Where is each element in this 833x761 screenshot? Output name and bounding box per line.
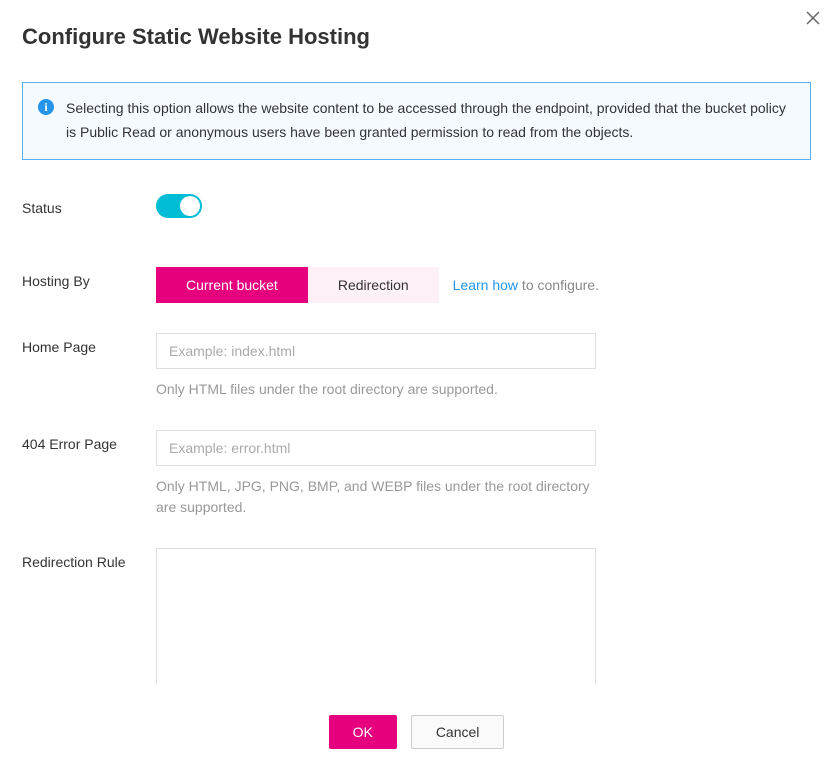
learn-how-link[interactable]: Learn how: [453, 277, 518, 293]
learn-how-text: Learn how to configure.: [453, 277, 599, 293]
hosting-by-label: Hosting By: [22, 267, 156, 289]
tab-current-bucket[interactable]: Current bucket: [156, 267, 308, 303]
tab-redirection[interactable]: Redirection: [308, 267, 439, 303]
cancel-button[interactable]: Cancel: [411, 715, 505, 749]
close-icon[interactable]: [803, 8, 823, 28]
hosting-tabs: Current bucket Redirection: [156, 267, 439, 303]
page-title: Configure Static Website Hosting: [22, 24, 811, 50]
home-page-hint: Only HTML files under the root directory…: [156, 379, 596, 400]
error-page-input[interactable]: [156, 430, 596, 466]
info-text: Selecting this option allows the website…: [66, 97, 795, 145]
status-toggle[interactable]: [156, 194, 202, 218]
error-page-hint: Only HTML, JPG, PNG, BMP, and WEBP files…: [156, 476, 596, 518]
error-page-label: 404 Error Page: [22, 430, 156, 452]
redirection-rule-label: Redirection Rule: [22, 548, 156, 570]
dialog-footer: OK Cancel: [0, 715, 833, 749]
redirection-rule-textarea[interactable]: [156, 548, 596, 684]
info-icon: i: [38, 99, 54, 115]
home-page-input[interactable]: [156, 333, 596, 369]
info-banner: i Selecting this option allows the websi…: [22, 82, 811, 160]
home-page-label: Home Page: [22, 333, 156, 355]
ok-button[interactable]: OK: [329, 715, 397, 749]
status-label: Status: [22, 194, 156, 216]
